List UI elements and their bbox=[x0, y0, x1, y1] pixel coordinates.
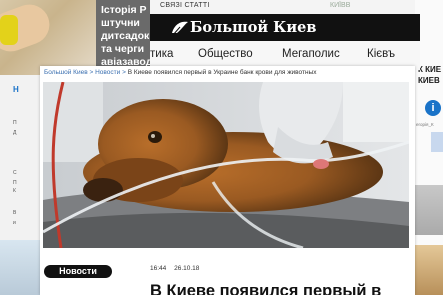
breadcrumb-home[interactable]: Большой Киев bbox=[44, 69, 88, 76]
side-text: К bbox=[13, 188, 16, 194]
article-card: Большой Киев > Новости > В Киеве появилс… bbox=[40, 66, 415, 295]
article-headline: В Киеве появился первый в bbox=[150, 282, 382, 295]
nav-item-kievy[interactable]: Кієвъ bbox=[367, 48, 395, 60]
nav-item-society[interactable]: Общество bbox=[198, 48, 253, 60]
breadcrumb-news[interactable]: Новости bbox=[95, 69, 120, 76]
site-header: Большой Киев тика Общество Мегаполис Кіє… bbox=[150, 14, 420, 70]
background-thumbnail[interactable] bbox=[415, 245, 443, 295]
background-right-small: егорія_К bbox=[416, 122, 434, 127]
side-text: П bbox=[13, 120, 17, 126]
article-date: 26.10.18 bbox=[174, 265, 200, 272]
side-text: С bbox=[13, 170, 17, 176]
side-thumbnail[interactable] bbox=[0, 240, 42, 295]
side-text: Н bbox=[13, 85, 19, 94]
article-meta: 16:44 26.10.18 bbox=[150, 265, 205, 272]
nav-item-megapolis[interactable]: Мегаполис bbox=[282, 48, 340, 60]
background-strip-right-text: КИЇВВ bbox=[330, 2, 351, 9]
background-right-title: К КИЕ КИЕВ bbox=[418, 65, 442, 85]
background-photo-left bbox=[0, 0, 100, 75]
category-tag[interactable]: Новости bbox=[44, 265, 112, 278]
main-nav: тика Общество Мегаполис Кієвъ bbox=[150, 44, 420, 66]
background-thumbnail[interactable] bbox=[431, 132, 443, 152]
side-text: Д bbox=[13, 130, 17, 136]
breadcrumb: Большой Киев > Новости > В Киеве появилс… bbox=[44, 69, 317, 76]
breadcrumb-current: В Киеве появился первый в Украине банк к… bbox=[127, 69, 317, 76]
background-thumbnail[interactable] bbox=[415, 185, 443, 235]
brand-bar[interactable]: Большой Киев bbox=[150, 14, 420, 41]
breadcrumb-separator: > bbox=[122, 69, 126, 76]
info-icon[interactable]: i bbox=[425, 100, 441, 116]
side-text: и bbox=[13, 220, 16, 226]
breadcrumb-separator: > bbox=[89, 69, 94, 76]
background-side-column: Н П Д С П К В и bbox=[0, 75, 42, 295]
nav-item-politics[interactable]: тика bbox=[150, 48, 173, 60]
leaf-logo-icon bbox=[170, 19, 190, 37]
yellow-object bbox=[0, 15, 18, 45]
background-news-card-text: Історія Р штучни дитсадок та черги авіаз… bbox=[101, 4, 152, 68]
background-news-card[interactable]: Історія Р штучни дитсадок та черги авіаз… bbox=[96, 0, 152, 75]
site-logo[interactable]: Большой Киев bbox=[190, 18, 316, 38]
background-strip-text: СВЯЗІ СТАТТІ bbox=[160, 2, 210, 9]
side-text: В bbox=[13, 210, 17, 216]
article-time: 16:44 bbox=[150, 265, 167, 272]
article-photo bbox=[43, 82, 409, 248]
